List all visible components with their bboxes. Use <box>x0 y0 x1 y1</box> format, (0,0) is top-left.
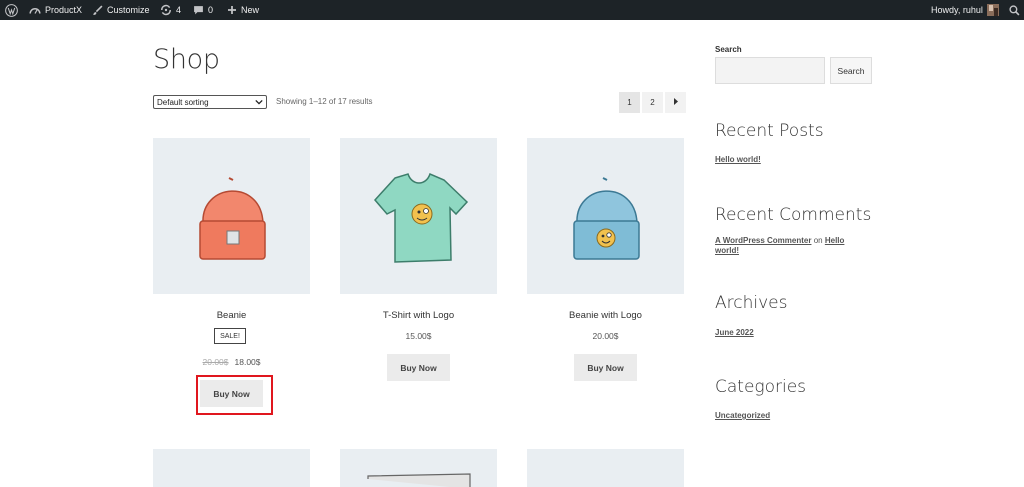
old-price: 20.00$ <box>202 357 229 367</box>
site-name-link[interactable]: ProductX <box>29 0 82 20</box>
product-name[interactable]: Beanie <box>153 310 310 321</box>
search-input[interactable] <box>715 57 825 84</box>
avatar <box>986 4 999 16</box>
product-sketch-icon <box>367 473 471 487</box>
current-price: 18.00$ <box>234 357 261 367</box>
dashboard-icon <box>29 5 41 16</box>
account-menu[interactable]: Howdy, ruhul <box>931 0 999 20</box>
recent-comments-heading: Recent Comments <box>715 205 872 225</box>
wordpress-logo-icon[interactable] <box>5 0 18 20</box>
search-icon[interactable] <box>1009 0 1020 20</box>
paintbrush-icon <box>92 5 103 16</box>
product-image[interactable] <box>153 449 310 487</box>
beanie-orange-icon <box>199 177 266 260</box>
page-2-link[interactable]: 2 <box>642 92 663 113</box>
product-price: 20.00$ 18.00$ <box>153 357 310 367</box>
archive-link[interactable]: June 2022 <box>715 328 754 337</box>
product-image[interactable] <box>340 138 497 294</box>
new-label: New <box>241 5 260 15</box>
admin-bar: ProductX Customize 4 0 New Howdy, ruhul <box>0 0 1024 20</box>
customize-label: Customize <box>107 5 150 15</box>
updates-icon <box>160 4 172 16</box>
comment-on-text: on <box>813 236 823 245</box>
comment-author-link[interactable]: A WordPress Commenter <box>715 236 811 245</box>
product-name[interactable]: Beanie with Logo <box>527 310 684 321</box>
updates-link[interactable]: 4 <box>160 0 181 20</box>
tshirt-green-icon <box>373 172 469 263</box>
page-title: Shop <box>153 44 220 75</box>
search-button[interactable]: Search <box>830 57 872 84</box>
chevron-down-icon <box>255 98 263 108</box>
customize-link[interactable]: Customize <box>92 0 150 20</box>
pagination: 1 2 <box>619 92 688 113</box>
plus-icon <box>227 5 237 15</box>
page-1-current: 1 <box>619 92 640 113</box>
search-widget-label: Search <box>715 45 742 54</box>
results-count: Showing 1–12 of 17 results <box>276 97 373 106</box>
site-name: ProductX <box>45 5 83 15</box>
new-content-link[interactable]: New <box>227 0 259 20</box>
sorting-select[interactable]: Default sorting <box>153 95 267 109</box>
product-image[interactable] <box>340 449 497 487</box>
next-page-link[interactable] <box>665 92 686 113</box>
comment-bubble-icon <box>193 5 204 16</box>
product-price: 20.00$ <box>527 331 684 341</box>
sale-badge: SALE! <box>214 328 246 344</box>
product-image[interactable] <box>527 138 684 294</box>
product-price: 15.00$ <box>340 331 497 341</box>
buy-now-button[interactable]: Buy Now <box>574 354 637 381</box>
product-image[interactable] <box>153 138 310 294</box>
comments-count: 0 <box>208 5 214 15</box>
product-card-beanie: Beanie SALE! 20.00$ 18.00$ Buy Now <box>153 138 310 407</box>
recent-posts-heading: Recent Posts <box>715 121 824 141</box>
sorting-selected-value: Default sorting <box>157 97 209 107</box>
category-link[interactable]: Uncategorized <box>715 411 770 420</box>
highlight-box <box>196 375 273 415</box>
product-name[interactable]: T-Shirt with Logo <box>340 310 497 321</box>
arrow-right-icon <box>673 98 679 107</box>
current-price: 15.00$ <box>405 331 432 341</box>
beanie-blue-icon <box>573 177 640 260</box>
comments-link[interactable]: 0 <box>193 0 213 20</box>
greeting-text: Howdy, ruhul <box>931 5 983 15</box>
recent-post-link[interactable]: Hello world! <box>715 155 761 164</box>
archives-heading: Archives <box>715 293 788 313</box>
product-card-beanie-with-logo: Beanie with Logo 20.00$ Buy Now <box>527 138 684 381</box>
buy-now-button[interactable]: Buy Now <box>387 354 450 381</box>
updates-count: 4 <box>176 5 182 15</box>
recent-comment-item: A WordPress Commenter on Hello world! <box>715 236 865 256</box>
categories-heading: Categories <box>715 377 807 397</box>
current-price: 20.00$ <box>592 331 619 341</box>
product-card-tshirt-with-logo: T-Shirt with Logo 15.00$ Buy Now <box>340 138 497 381</box>
product-image[interactable] <box>527 449 684 487</box>
